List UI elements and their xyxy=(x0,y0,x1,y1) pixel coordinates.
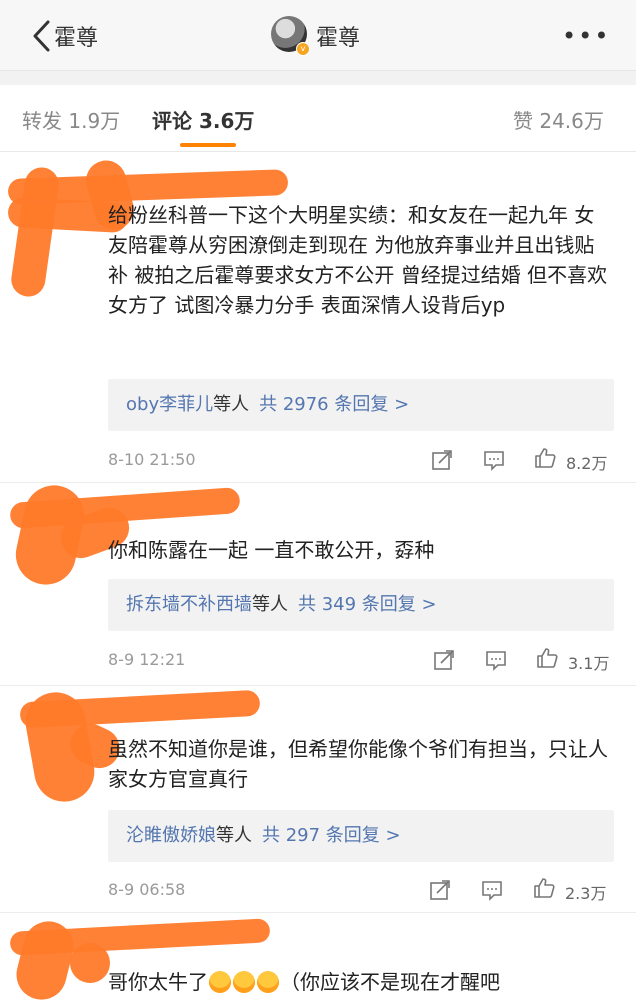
more-options-icon[interactable]: ••• xyxy=(562,22,608,50)
tab-comments[interactable]: 评论 3.6万 xyxy=(152,105,254,134)
replies-user[interactable]: 拆东墙不补西墙 xyxy=(108,594,252,615)
replies-count[interactable]: 共 297 条回复 > xyxy=(252,825,401,846)
replies-suffix: 等人 xyxy=(213,394,250,415)
comment-icon[interactable] xyxy=(480,878,504,902)
replies-count[interactable]: 共 2976 条回复 > xyxy=(249,394,409,415)
replies-count[interactable]: 共 349 条回复 > xyxy=(288,594,437,615)
comment-text: 给粉丝科普一下这个大明星实绩：和女友在一起九年 女友陪霍尊从穷困潦倒走到现在 为… xyxy=(108,203,608,317)
section-divider xyxy=(0,71,636,85)
tab-likes[interactable]: 赞 24.6万 xyxy=(513,105,604,134)
replies-suffix: 等人 xyxy=(252,594,288,615)
comment-item: 你和陈露在一起 一直不敢公开，孬种 拆东墙不补西墙等人共 349 条回复 > 8… xyxy=(0,479,636,686)
comment-icon[interactable] xyxy=(482,448,506,472)
repost-icon[interactable] xyxy=(430,448,454,472)
comment-time: 8-9 06:58 xyxy=(108,880,186,899)
verified-badge-icon: v xyxy=(296,42,310,56)
active-tab-indicator xyxy=(180,143,236,147)
like-count: 2.3万 xyxy=(565,884,607,903)
tab-bar: 转发 1.9万 评论 3.6万 赞 24.6万 xyxy=(0,85,636,152)
thumbs-up-icon[interactable] xyxy=(535,646,559,670)
repost-icon[interactable] xyxy=(432,648,456,672)
like-count: 3.1万 xyxy=(568,654,610,673)
comment-text: 虽然不知道你是谁，但希望你能像个爷们有担当，只让人家女方官宣真行 xyxy=(108,737,608,791)
replies-preview[interactable]: 拆东墙不补西墙等人共 349 条回复 > xyxy=(108,579,614,631)
replies-preview[interactable]: 沦睢傲娇娘等人共 297 条回复 > xyxy=(108,810,614,862)
comment-text-part: 哥你太牛了 xyxy=(108,970,208,994)
crying-face-icon xyxy=(257,971,279,993)
back-button-label[interactable]: 霍尊 xyxy=(54,20,98,52)
tab-reposts[interactable]: 转发 1.9万 xyxy=(22,105,120,134)
repost-icon[interactable] xyxy=(428,878,452,902)
comment-item: 哥你太牛了 （你应该不是现在才醒吧 xyxy=(0,913,636,1005)
page-title: 霍尊 xyxy=(316,26,361,51)
thumbs-up-icon[interactable] xyxy=(532,876,556,900)
comment-text: 哥你太牛了 （你应该不是现在才醒吧 xyxy=(108,967,628,997)
comment-text: 你和陈露在一起 一直不敢公开，孬种 xyxy=(108,538,435,562)
comment-text-part: （你应该不是现在才醒吧 xyxy=(280,970,500,994)
replies-user[interactable]: oby李菲儿 xyxy=(108,394,213,415)
crying-face-icon xyxy=(209,971,231,993)
replies-suffix: 等人 xyxy=(216,825,252,846)
replies-user[interactable]: 沦睢傲娇娘 xyxy=(108,825,216,846)
comment-item: 给粉丝科普一下这个大明星实绩：和女友在一起九年 女友陪霍尊从穷困潦倒走到现在 为… xyxy=(0,152,636,483)
crying-face-icon xyxy=(233,971,255,993)
thumbs-up-icon[interactable] xyxy=(533,446,557,470)
comment-item: 虽然不知道你是谁，但希望你能像个爷们有担当，只让人家女方官宣真行 沦睢傲娇娘等人… xyxy=(0,686,636,913)
comment-icon[interactable] xyxy=(484,648,508,672)
top-nav-bar: 霍尊 v 霍尊 ••• xyxy=(0,0,636,71)
replies-preview[interactable]: oby李菲儿等人共 2976 条回复 > xyxy=(108,379,614,431)
comment-time: 8-10 21:50 xyxy=(108,450,196,469)
comment-time: 8-9 12:21 xyxy=(108,650,186,669)
like-count: 8.2万 xyxy=(566,454,608,473)
